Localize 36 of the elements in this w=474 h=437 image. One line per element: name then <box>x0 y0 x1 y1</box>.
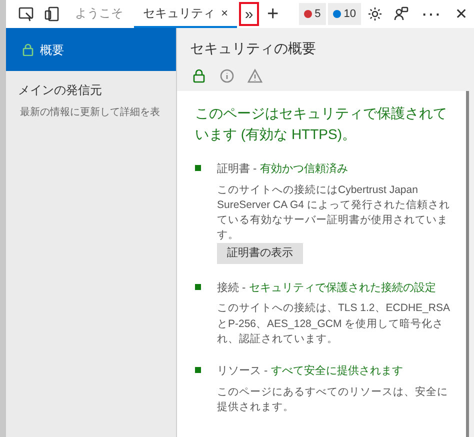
section-status: 有効かつ信頼済み <box>260 163 348 175</box>
bullet-icon <box>195 165 201 171</box>
section-description: このサイトへの接続は、TLS 1.2、ECDHE_RSA とP-256、AES_128_GCM を使用して暗号化され、認証されています。 <box>217 301 451 347</box>
close-button[interactable]: ✕ <box>449 6 474 22</box>
filter-button[interactable] <box>246 67 264 85</box>
section-status: セキュリティで保護された接続の設定 <box>248 282 436 294</box>
issue-counter[interactable]: 10 <box>328 3 362 25</box>
section-description: このページにあるすべてのリソースは、安全に提供されます。 <box>217 384 449 415</box>
security-summary: このページはセキュリティで保護されています (有効な HTTPS)。 <box>195 104 448 144</box>
view-certificate-button[interactable]: 証明書の表示 <box>217 243 303 264</box>
section-description: このサイトへの接続にはCybertrust Japan SureServer CA G4 によって発行された信頼されている有効なサーバー証明書が使用されています。 <box>217 182 451 244</box>
section-label: 接続 - <box>217 282 247 294</box>
section-title: メインの発信元 <box>17 82 103 99</box>
section-label: リソース - <box>217 365 269 378</box>
people-icon <box>393 6 410 22</box>
sidebar-item[interactable]: 概要 <box>6 28 176 71</box>
filter-button[interactable] <box>218 67 236 85</box>
section-label: 証明書 - <box>217 163 258 175</box>
info-icon <box>219 68 235 84</box>
device-icon <box>44 6 60 22</box>
bullet-icon <box>195 284 201 290</box>
issue-counter[interactable]: 5 <box>298 3 326 25</box>
hint-text: 最新の情報に更新して詳細を表 <box>19 106 161 120</box>
more-button[interactable]: ··· <box>415 4 447 24</box>
lock-icon <box>22 43 34 56</box>
close-tab-button[interactable]: × <box>221 4 228 22</box>
bullet-icon <box>195 367 201 374</box>
inspect-icon <box>18 6 34 22</box>
settings-icon <box>367 6 384 22</box>
overflow-button[interactable]: » <box>239 2 260 26</box>
warning-icon <box>247 68 263 84</box>
new-tab-button[interactable]: + <box>261 4 285 24</box>
panel-title: セキュリティの概要 <box>189 39 317 58</box>
tab[interactable]: ようこそ <box>66 0 132 28</box>
lock-icon <box>191 68 207 84</box>
section-status: すべて安全に提供されます <box>270 365 403 378</box>
